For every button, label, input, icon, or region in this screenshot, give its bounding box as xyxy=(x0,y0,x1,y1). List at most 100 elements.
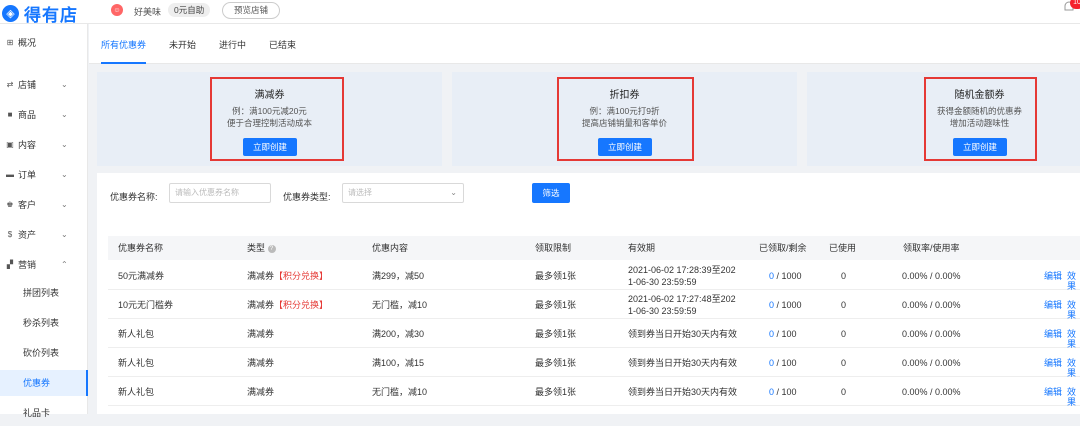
table-row: 新人礼包 满减券 满200，减30 最多领1张 领到券当日开始30天内有效 0 / 100… xyxy=(108,319,1080,349)
help-icon[interactable]: ? xyxy=(267,244,276,253)
sidebar-item-goods[interactable]: ■ 商品 ⌄ xyxy=(0,104,88,124)
table-header: 优惠券名称 类型 ? 优惠内容 领取限制 有效期 已领取/剩余 已使用 领取率/… xyxy=(108,236,1080,260)
sidebar-subitem-coupon[interactable]: 优惠券 xyxy=(0,370,88,396)
effect-link[interactable]: 效果 xyxy=(1067,329,1080,349)
coupon-type-select[interactable]: 请选择 ⌄ xyxy=(342,183,464,203)
sidebar-item-asset[interactable]: $ 资产 ⌄ xyxy=(0,224,88,244)
sidebar-item-label: 商品 xyxy=(18,109,37,120)
coupon-name-label: 优惠券名称: xyxy=(110,192,158,202)
column-header: 优惠内容 xyxy=(372,243,409,253)
column-header: 已使用 xyxy=(829,243,857,253)
column-header: 领取率/使用率 xyxy=(903,243,960,253)
sidebar-item-order[interactable]: ▬ 订单 ⌄ xyxy=(0,164,88,184)
chevron-down-icon: ⌄ xyxy=(61,199,68,209)
discount-content-cell: 无门槛，减10 xyxy=(372,300,428,310)
coupon-name-cell: 新人礼包 xyxy=(118,387,155,397)
remaining-count: / 100 xyxy=(776,329,797,339)
effect-link[interactable]: 效果 xyxy=(1067,271,1080,291)
logo[interactable]: ◈ 得有店 xyxy=(2,1,78,26)
rate-cell: 0.00% / 0.00% xyxy=(902,271,961,281)
effect-link[interactable]: 效果 xyxy=(1067,358,1080,378)
table-row: 新人礼包 满减券 无门槛，减10 最多领1张 领到券当日开始30天内有效 0 / 100 0… xyxy=(108,377,1080,407)
edit-link[interactable]: 编辑 xyxy=(1044,300,1062,310)
table-row: 10元无门槛券 满减券【积分兑换】 无门槛，减10 最多领1张 2021-06-02 1… xyxy=(108,290,1080,320)
chevron-down-icon: ⌄ xyxy=(61,229,68,239)
column-header: 类型 ? xyxy=(247,236,276,260)
sidebar-subitem-bargain[interactable]: 砍价列表 xyxy=(0,340,88,366)
received-remaining-cell: 0 / 1000 xyxy=(769,300,802,310)
grid-icon: ⊞ xyxy=(6,37,14,47)
tab-all-coupons[interactable]: 所有优惠券 xyxy=(101,24,147,64)
rate-cell: 0.00% / 0.00% xyxy=(902,300,961,310)
preview-store-button[interactable]: 预览店铺 xyxy=(222,2,281,19)
sidebar-item-label: 订单 xyxy=(18,169,37,180)
effect-link[interactable]: 效果 xyxy=(1067,300,1080,320)
sidebar-item-content[interactable]: ▣ 内容 ⌄ xyxy=(0,134,88,154)
chevron-down-icon: ⌄ xyxy=(61,79,68,89)
highlight-box xyxy=(924,77,1037,161)
sidebar-subitem-gift-card[interactable]: 礼品卡 xyxy=(0,400,88,426)
sidebar-item-label: 客户 xyxy=(18,199,37,210)
sidebar-item-customer[interactable]: ♚ 客户 ⌄ xyxy=(0,194,88,214)
store-icon: ⇄ xyxy=(6,79,14,89)
sidebar-item-store[interactable]: ⇄ 店铺 ⌄ xyxy=(0,74,88,94)
sidebar-subitem-flash-sale[interactable]: 秒杀列表 xyxy=(0,310,88,336)
edit-link[interactable]: 编辑 xyxy=(1044,271,1062,281)
received-count-link[interactable]: 0 xyxy=(769,300,774,310)
discount-content-cell: 满100，减15 xyxy=(372,358,425,368)
edit-link[interactable]: 编辑 xyxy=(1044,387,1062,397)
sidebar-item-overview[interactable]: ⊞ 概况 xyxy=(0,32,88,52)
highlight-box xyxy=(557,77,694,161)
plan-badge: 0元自助 xyxy=(168,3,211,17)
discount-content-cell: 满200，减30 xyxy=(372,329,425,339)
logo-icon: ◈ xyxy=(2,5,19,22)
shop-name[interactable]: 好美味 xyxy=(134,5,161,18)
chevron-down-icon: ⌄ xyxy=(450,188,457,197)
sidebar-item-label: 店铺 xyxy=(18,79,37,90)
sidebar-item-marketing[interactable]: ▞ 营销 ⌃ xyxy=(0,254,88,274)
sidebar-item-label: 内容 xyxy=(18,139,37,150)
search-button[interactable]: 筛选 xyxy=(532,183,570,203)
received-remaining-cell: 0 / 100 xyxy=(769,387,797,397)
used-count-cell: 0 xyxy=(841,387,847,397)
coupon-table: 优惠券名称 类型 ? 优惠内容 领取限制 有效期 已领取/剩余 已使用 领取率/… xyxy=(97,218,1080,414)
column-header: 已领取/剩余 xyxy=(759,243,807,253)
coupon-type-card-discount: 折扣券 例：满100元打9折 提高店铺销量和客单价 立即创建 xyxy=(452,72,797,166)
shop-avatar[interactable]: ☺ xyxy=(111,4,123,16)
validity-cell: 领到券当日开始30天内有效 xyxy=(628,387,738,397)
effect-link[interactable]: 效果 xyxy=(1067,387,1080,407)
coupon-name-input[interactable]: 请输入优惠券名称 xyxy=(169,183,271,203)
received-count-link[interactable]: 0 xyxy=(769,329,774,339)
coupon-name-cell: 50元满减券 xyxy=(118,271,165,281)
tab-not-started[interactable]: 未开始 xyxy=(169,24,196,64)
used-count-cell: 0 xyxy=(841,300,847,310)
coupon-type-text: 满减券 xyxy=(247,387,275,397)
claim-limit-cell: 最多领1张 xyxy=(535,271,577,281)
edit-link[interactable]: 编辑 xyxy=(1044,358,1062,368)
table-row: 新人礼包 满减券 满100，减15 最多领1张 领到券当日开始30天内有效 0 / 100… xyxy=(108,348,1080,378)
tab-in-progress[interactable]: 进行中 xyxy=(219,24,246,64)
claim-limit-cell: 最多领1张 xyxy=(535,387,577,397)
goods-icon: ■ xyxy=(7,109,13,119)
used-count-cell: 0 xyxy=(841,329,847,339)
validity-cell: 1-06-30 23:59:59 xyxy=(628,277,697,287)
claim-limit-cell: 最多领1张 xyxy=(535,358,577,368)
points-exchange-tag: 【积分兑换】 xyxy=(274,300,329,310)
order-icon: ▬ xyxy=(6,169,14,179)
top-bar: ◈ 得有店 ☺ 好美味 0元自助 预览店铺 10 xyxy=(0,0,1080,26)
discount-content-cell: 满299，减50 xyxy=(372,271,425,281)
received-count-link[interactable]: 0 xyxy=(769,271,774,281)
tab-ended[interactable]: 已结束 xyxy=(269,24,296,64)
select-placeholder: 请选择 xyxy=(348,188,372,197)
edit-link[interactable]: 编辑 xyxy=(1044,329,1062,339)
rate-cell: 0.00% / 0.00% xyxy=(902,329,961,339)
coupon-name-cell: 新人礼包 xyxy=(118,358,155,368)
received-count-link[interactable]: 0 xyxy=(769,387,774,397)
received-remaining-cell: 0 / 100 xyxy=(769,358,797,368)
column-header: 领取限制 xyxy=(535,243,572,253)
column-header: 有效期 xyxy=(628,243,656,253)
coupon-type-cell: 满减券【积分兑换】 xyxy=(247,271,328,281)
received-count-link[interactable]: 0 xyxy=(769,358,774,368)
sidebar-subitem-group-buy[interactable]: 拼团列表 xyxy=(0,280,88,306)
coupon-type-card-random: 随机金额券 获得金额随机的优惠券 增加活动趣味性 立即创建 xyxy=(807,72,1080,166)
